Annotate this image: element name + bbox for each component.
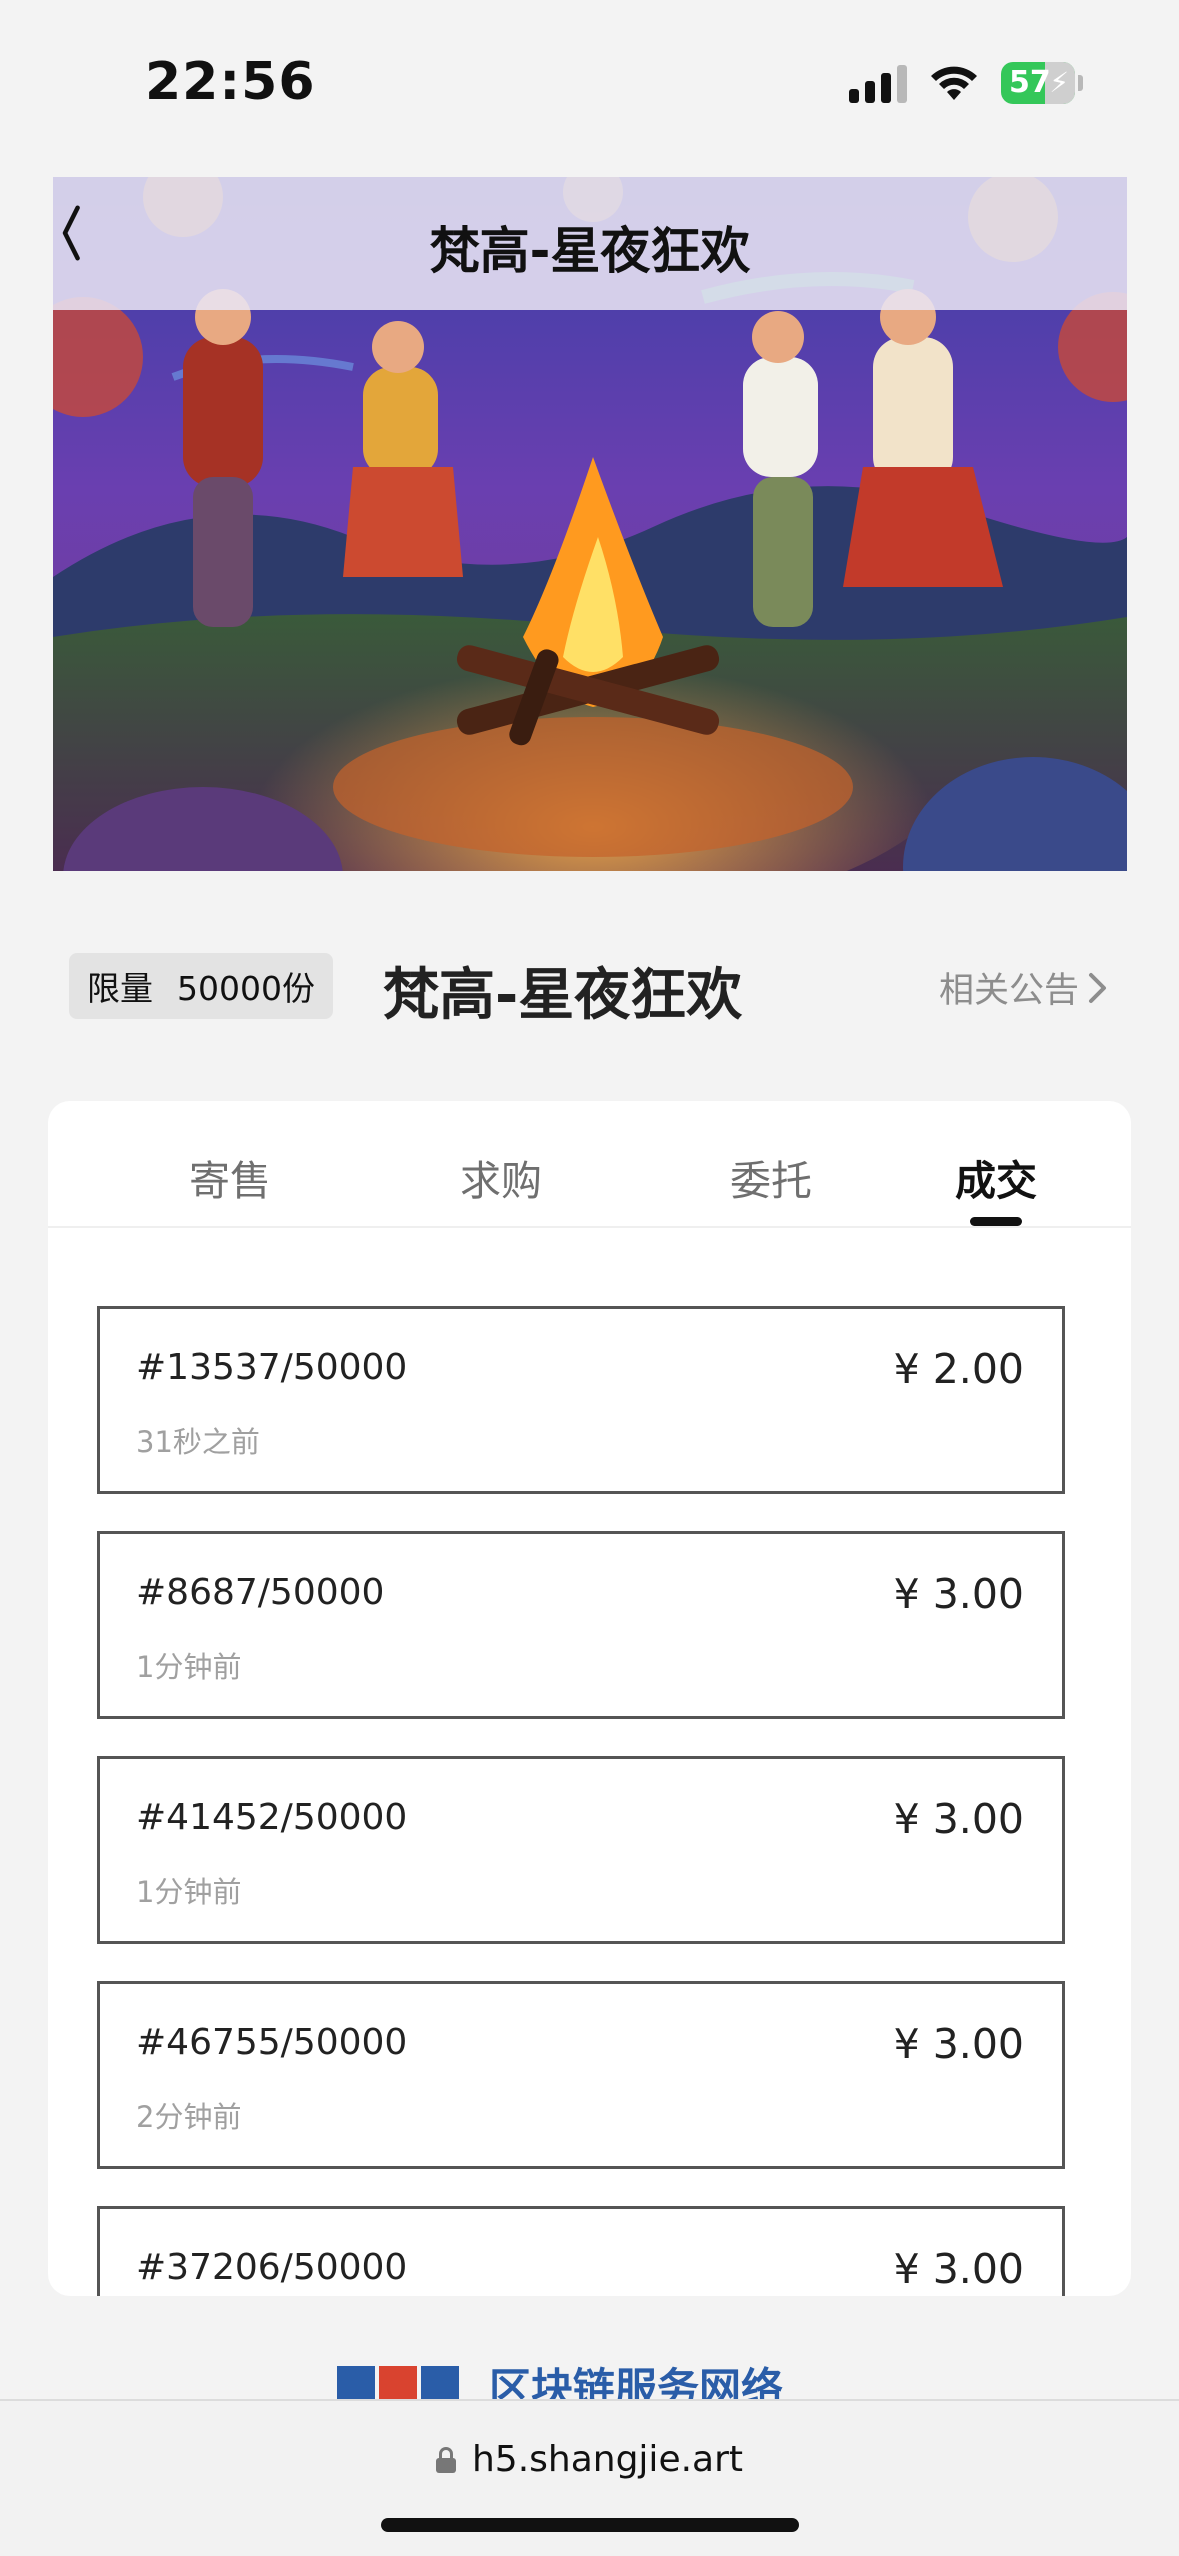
browser-url-bar[interactable]: h5.shangjie.art <box>0 2399 1179 2556</box>
trade-time: 1分钟前 <box>136 1650 242 1684</box>
tab-transactions[interactable]: 成交 <box>896 1147 1096 1207</box>
page-title: 梵高-星夜狂欢 <box>429 222 751 280</box>
trade-time: 1分钟前 <box>136 1875 242 1909</box>
trade-serial: #41452/50000 <box>136 1797 408 1838</box>
limit-badge: 限量 50000份 <box>69 953 333 1019</box>
product-name: 梵高-星夜狂欢 <box>383 963 743 1028</box>
trade-time: 31秒之前 <box>136 1425 260 1459</box>
active-tab-indicator <box>970 1217 1022 1226</box>
trade-serial: #13537/50000 <box>136 1347 408 1388</box>
wifi-icon <box>931 66 977 100</box>
trade-price: ¥ 3.00 <box>893 1795 1024 1843</box>
notice-label: 相关公告 <box>938 971 1079 1011</box>
trade-serial: #46755/50000 <box>136 2022 408 2063</box>
cellular-signal-icon <box>849 63 907 103</box>
url-display[interactable]: h5.shangjie.art <box>0 2439 1179 2480</box>
trade-item[interactable]: #8687/50000 1分钟前 ¥ 3.00 <box>97 1531 1065 1719</box>
market-card: 寄售 求购 委托 成交 #13537/50000 31秒之前 ¥ 2.00 #8… <box>48 1101 1131 2296</box>
tab-purchase-request[interactable]: 求购 <box>401 1147 601 1207</box>
related-notice-link[interactable]: 相关公告 <box>939 962 1109 1013</box>
trade-item[interactable]: #46755/50000 2分钟前 ¥ 3.00 <box>97 1981 1065 2169</box>
hero-artwork: 梵高-星夜狂欢 <box>53 177 1127 871</box>
tab-bar: 寄售 求购 委托 成交 <box>48 1101 1131 1228</box>
url-text: h5.shangjie.art <box>471 2439 744 2480</box>
trade-price: ¥ 2.00 <box>893 1345 1024 1393</box>
charging-bolt-icon: ⚡ <box>1049 66 1069 99</box>
battery-level: 57 <box>1009 65 1051 100</box>
trade-serial: #37206/50000 <box>136 2247 408 2288</box>
status-bar: 22:56 57 ⚡ <box>0 0 1179 175</box>
trade-item[interactable]: #37206/50000 ¥ 3.00 <box>97 2206 1065 2296</box>
limit-value: 50000份 <box>177 969 315 1008</box>
trade-item[interactable]: #41452/50000 1分钟前 ¥ 3.00 <box>97 1756 1065 1944</box>
limit-label: 限量 <box>87 969 153 1008</box>
trade-serial: #8687/50000 <box>136 1572 385 1613</box>
trade-price: ¥ 3.00 <box>893 1570 1024 1618</box>
status-icons: 57 ⚡ <box>849 62 1083 104</box>
chevron-right-icon <box>1089 972 1106 1003</box>
trade-price: ¥ 3.00 <box>893 2245 1024 2293</box>
lock-icon <box>435 2446 456 2473</box>
tab-orders[interactable]: 委托 <box>671 1147 871 1207</box>
trade-price: ¥ 3.00 <box>893 2020 1024 2068</box>
trade-time: 2分钟前 <box>136 2100 242 2134</box>
trade-item[interactable]: #13537/50000 31秒之前 ¥ 2.00 <box>97 1306 1065 1494</box>
status-time: 22:56 <box>145 52 316 112</box>
battery-icon: 57 ⚡ <box>1001 62 1083 104</box>
home-indicator[interactable] <box>381 2518 799 2532</box>
nav-header: 梵高-星夜狂欢 <box>53 177 1127 310</box>
tab-consignment[interactable]: 寄售 <box>130 1147 330 1207</box>
